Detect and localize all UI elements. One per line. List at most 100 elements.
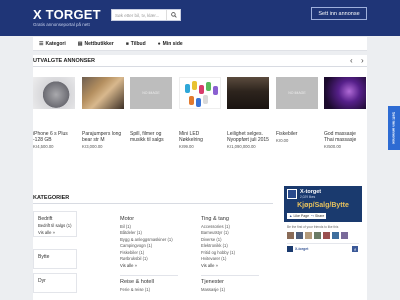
product-price: Kr4,500.00 bbox=[33, 144, 54, 149]
no-image-text: NO IMAGE bbox=[288, 91, 306, 95]
show-all-link[interactable]: Vis alle » bbox=[38, 230, 55, 235]
product-title: Parajumpers long bear str M bbox=[82, 131, 122, 143]
category-label: Bytte bbox=[38, 254, 50, 260]
chevron-right-icon[interactable]: › bbox=[361, 57, 364, 65]
product-title: Fiskebiler bbox=[276, 131, 298, 137]
share-button[interactable]: ↪ Share bbox=[309, 213, 327, 219]
category-label: Bedrift bbox=[38, 216, 53, 222]
product-image: NO IMAGE bbox=[276, 77, 318, 109]
divider bbox=[201, 275, 259, 276]
product-price: Kr500.00 bbox=[324, 144, 341, 149]
fb-cover-text: Kjøp/Salg/Bytte bbox=[297, 202, 349, 209]
avatar[interactable] bbox=[287, 232, 294, 239]
product-title: Spill, filmer og musikk til salgs bbox=[130, 131, 164, 143]
side-tab-label: Sett inn annonse bbox=[391, 111, 397, 145]
product-card[interactable]: iPhone 6 s Plus -128 GB Kr4,500.00 bbox=[33, 77, 75, 149]
product-image bbox=[324, 77, 366, 109]
facebook-widget: X-torget 2,029 likes Kjøp/Salg/Bytte ▲ L… bbox=[284, 186, 362, 268]
list-icon: ☰ bbox=[39, 40, 44, 47]
featured-title: UTVALGTE ANNONSER bbox=[33, 58, 96, 64]
search-input[interactable] bbox=[112, 10, 166, 20]
nav-item-nettbutikker[interactable]: ▤ Nettbutikker bbox=[72, 37, 120, 51]
product-card[interactable]: God massasje Thai massasje Kr500.00 bbox=[324, 77, 366, 149]
gift-icon: ■ bbox=[125, 40, 129, 47]
nav-item-tilbud[interactable]: ■ Tilbud bbox=[120, 37, 152, 51]
product-card[interactable]: NO IMAGE Spill, filmer og musikk til sal… bbox=[130, 77, 172, 144]
search-box bbox=[111, 9, 181, 21]
nav-label: Tilbud bbox=[130, 40, 146, 47]
category-link[interactable]: Massasje (1) bbox=[201, 287, 263, 294]
share-label: Share bbox=[314, 214, 325, 218]
cart-icon: ▤ bbox=[77, 40, 83, 47]
category-sub-link[interactable]: Bedrift til salgs (1) bbox=[38, 223, 72, 228]
avatar[interactable] bbox=[323, 232, 330, 239]
product-title: Mini LED Nøkkelring bbox=[179, 131, 203, 143]
avatar[interactable] bbox=[341, 232, 348, 239]
no-image-text: NO IMAGE bbox=[142, 91, 160, 95]
search-icon bbox=[170, 12, 177, 18]
site-header: X TORGET Gratis annonseportal på nett Se… bbox=[0, 0, 400, 36]
featured-carousel: iPhone 6 s Plus -128 GB Kr4,500.00 Paraj… bbox=[33, 77, 367, 157]
section-divider bbox=[33, 66, 367, 67]
category-link[interactable]: Ferie & reise (1) bbox=[120, 287, 182, 294]
product-image: NO IMAGE bbox=[130, 77, 172, 109]
avatar[interactable] bbox=[332, 232, 339, 239]
show-all-link[interactable]: Vis alle » bbox=[120, 263, 182, 270]
category-label: Dyr bbox=[38, 278, 46, 284]
category-box-bytte[interactable]: Bytte bbox=[33, 249, 77, 269]
fb-body: Be the first of your friends to like thi… bbox=[284, 222, 362, 268]
category-box-bedrift[interactable]: Bedrift Bedrift til salgs (1) Vis alle » bbox=[33, 211, 77, 237]
chevron-left-icon[interactable]: ‹ bbox=[350, 57, 353, 65]
nav-label: Kategori bbox=[45, 40, 66, 47]
category-heading[interactable]: Reise & hotell bbox=[120, 279, 182, 285]
main-content: UTVALGTE ANNONSER ‹ › iPhone 6 s Plus -1… bbox=[33, 55, 367, 300]
product-card[interactable]: Parajumpers long bear str M Kr3,000.00 bbox=[82, 77, 124, 149]
fb-post-author[interactable]: X-torget bbox=[295, 247, 308, 251]
divider bbox=[287, 243, 359, 244]
user-icon: ● bbox=[157, 40, 161, 47]
nav-item-kategori[interactable]: ☰ Kategori bbox=[33, 37, 72, 51]
category-heading[interactable]: Tjenester bbox=[201, 279, 263, 285]
product-price: Kr0.00 bbox=[276, 138, 289, 143]
product-image bbox=[82, 77, 124, 109]
categories-title: KATEGORIER bbox=[33, 195, 70, 201]
facebook-icon: f bbox=[352, 246, 358, 252]
like-page-button[interactable]: ▲ Like Page bbox=[287, 213, 312, 219]
search-button[interactable] bbox=[166, 10, 180, 20]
category-column-ting-tang: Ting & tang Accessories (1) Barneutstyr … bbox=[201, 216, 263, 293]
nav-item-min-side[interactable]: ● Min side bbox=[152, 37, 189, 51]
product-card[interactable]: NO IMAGE Fiskebiler Kr0.00 bbox=[276, 77, 318, 143]
main-nav: ☰ Kategori ▤ Nettbutikker ■ Tilbud ● Min… bbox=[33, 37, 367, 51]
page-logo[interactable] bbox=[287, 189, 297, 199]
product-card[interactable]: Leilighet selges. Nyoppført juli 2015 Kr… bbox=[227, 77, 269, 149]
product-price: Kr1,090,000.00 bbox=[227, 144, 256, 149]
show-all-link[interactable]: Vis alle » bbox=[201, 263, 263, 270]
avatar[interactable] bbox=[305, 232, 312, 239]
product-title: Leilighet selges. Nyoppført juli 2015 bbox=[227, 131, 269, 143]
product-title: God massasje Thai massasje bbox=[324, 131, 357, 143]
divider bbox=[120, 275, 178, 276]
product-image bbox=[33, 77, 75, 109]
product-image bbox=[179, 77, 221, 109]
page-logo[interactable] bbox=[287, 246, 293, 252]
site-tagline: Gratis annonseportal på nett bbox=[33, 22, 90, 27]
share-icon: ↪ bbox=[311, 214, 314, 218]
category-heading[interactable]: Ting & tang bbox=[201, 216, 263, 222]
nav-label: Min side bbox=[162, 40, 183, 47]
fb-friend-avatars bbox=[287, 232, 348, 239]
avatar[interactable] bbox=[314, 232, 321, 239]
site-logo[interactable]: X TORGET bbox=[33, 7, 101, 22]
side-tab-button[interactable]: Sett inn annonse bbox=[388, 106, 400, 150]
product-title: iPhone 6 s Plus -128 GB bbox=[33, 131, 68, 143]
thumbs-up-icon: ▲ bbox=[289, 214, 293, 218]
post-ad-button[interactable]: Sett inn annonse bbox=[311, 7, 367, 20]
category-box-dyr[interactable]: Dyr bbox=[33, 273, 77, 293]
category-heading[interactable]: Motor bbox=[120, 216, 182, 222]
product-card[interactable]: Mini LED Nøkkelring Kr99.00 bbox=[179, 77, 221, 149]
fb-likes-count: 2,029 likes bbox=[300, 195, 316, 199]
product-price: Kr99.00 bbox=[179, 144, 194, 149]
section-divider bbox=[33, 203, 273, 204]
product-price: Kr3,000.00 bbox=[82, 144, 103, 149]
like-label: Like Page bbox=[293, 214, 310, 218]
avatar[interactable] bbox=[296, 232, 303, 239]
